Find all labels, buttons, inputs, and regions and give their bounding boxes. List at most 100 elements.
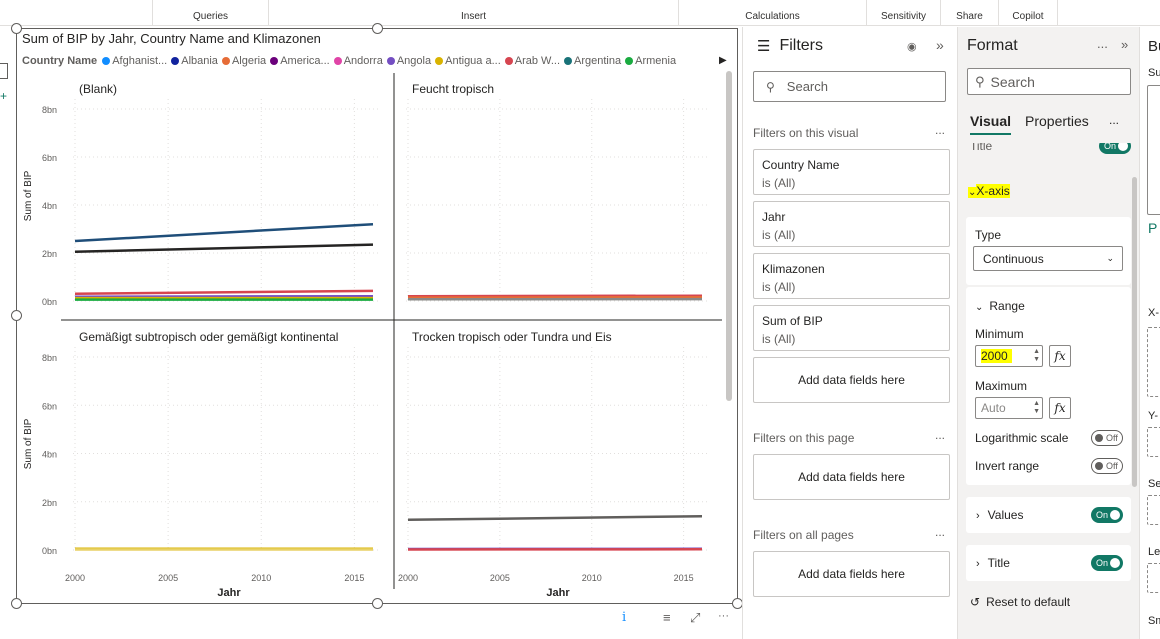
filters-page-more-button[interactable]: ... xyxy=(935,428,945,442)
xaxis-type-card: Type Continuous ⌄ xyxy=(966,217,1131,285)
legend-well[interactable] xyxy=(1147,563,1160,593)
search-icon: ⚲ xyxy=(975,73,985,89)
filters-all-more-button[interactable]: ... xyxy=(935,525,945,539)
ribbon-group-insert[interactable]: Insert xyxy=(268,0,678,26)
format-more-button[interactable]: ... xyxy=(1097,36,1108,51)
series-line[interactable] xyxy=(74,222,374,243)
tab-properties[interactable]: Properties xyxy=(1025,113,1089,129)
x-tick-label: 2010 xyxy=(582,573,602,583)
values-toggle[interactable]: On xyxy=(1091,507,1123,523)
format-pane: Format ... » ⚲ Search Visual Properties … xyxy=(957,27,1139,639)
ribbon: Queries Insert Calculations Sensitivity … xyxy=(0,0,1160,26)
page-view-icon[interactable] xyxy=(0,63,8,79)
ribbon-group-copilot[interactable]: Copilot xyxy=(998,0,1058,26)
x-tick-label: 2015 xyxy=(674,573,694,583)
series-line[interactable] xyxy=(74,243,374,254)
ribbon-group-share[interactable]: Share xyxy=(940,0,998,26)
tabs-more-button[interactable]: ... xyxy=(1109,113,1119,127)
xaxis-range-card: ⌄ Range Minimum 2000 ▲ ▼ fx Maximum Auto ▲… xyxy=(966,287,1131,485)
more-options-icon[interactable]: ··· xyxy=(718,610,729,622)
reset-icon: ↺ xyxy=(970,595,981,609)
panel-title: Gemäßigt subtropisch oder gemäßigt konti… xyxy=(79,330,338,344)
collapse-filters-chevron-icon[interactable]: » xyxy=(936,37,944,53)
filter-lines-icon: ☰ xyxy=(757,38,771,55)
range-header[interactable]: ⌄ Range xyxy=(975,299,1025,313)
format-scrollbar[interactable] xyxy=(1132,177,1137,487)
filters-visual-more-button[interactable]: ... xyxy=(935,123,945,137)
info-icon[interactable]: i xyxy=(622,610,626,625)
values-card[interactable]: › Values On xyxy=(966,497,1131,533)
search-icon: ⚲ xyxy=(766,79,775,94)
x-axis-well[interactable] xyxy=(1147,327,1160,397)
xaxis-type-dropdown[interactable]: Continuous ⌄ xyxy=(973,246,1123,271)
ribbon-group-sensitivity[interactable]: Sensitivity xyxy=(866,0,940,26)
filters-pane: ☰ Filters ◉ » ⚲ Search Filters on this v… xyxy=(742,27,957,639)
chevron-right-icon: › xyxy=(976,558,980,570)
xaxis-section-header[interactable]: ⌄X-axis xyxy=(968,184,1010,198)
resize-handle-bottom-left[interactable] xyxy=(11,598,22,609)
range-minimum-input[interactable]: 2000 ▲ ▼ xyxy=(975,345,1043,367)
y-tick-label: 2bn xyxy=(42,249,57,259)
reset-to-default-button[interactable]: ↺ Reset to default xyxy=(970,595,1070,609)
tab-visual[interactable]: Visual xyxy=(970,113,1011,135)
ribbon-group-queries[interactable]: Queries xyxy=(152,0,268,26)
y-tick-label: 0bn xyxy=(42,546,57,556)
visualizations-gallery[interactable] xyxy=(1147,85,1160,215)
panel-title: (Blank) xyxy=(79,82,117,96)
line-chart-visual[interactable]: Sum of BIP by Jahr, Country Name and Kli… xyxy=(16,28,738,604)
add-all-pages-filter-field[interactable]: Add data fields here xyxy=(753,551,950,597)
resize-handle-top[interactable] xyxy=(372,23,383,34)
filter-card-jahr[interactable]: Jahr is (All) xyxy=(753,201,950,247)
series-line[interactable] xyxy=(74,294,374,298)
resize-handle-bottom[interactable] xyxy=(372,598,383,609)
maximum-fx-button[interactable]: fx xyxy=(1049,397,1071,419)
stepper-arrows-icon[interactable]: ▲ ▼ xyxy=(1033,400,1040,416)
range-maximum-input[interactable]: Auto ▲ ▼ xyxy=(975,397,1043,419)
filter-card-sum-of-bip[interactable]: Sum of BIP is (All) xyxy=(753,305,950,351)
chart-scrollbar[interactable] xyxy=(726,71,732,401)
chevron-down-icon: ⌄ xyxy=(975,302,984,313)
minimum-fx-button[interactable]: fx xyxy=(1049,345,1071,367)
focus-mode-icon[interactable]: ⤢ xyxy=(690,610,700,626)
resize-handle-top-left[interactable] xyxy=(11,23,22,34)
logarithmic-scale-toggle[interactable]: Off xyxy=(1091,430,1123,446)
invert-range-toggle[interactable]: Off xyxy=(1091,458,1123,474)
eye-icon[interactable]: ◉ xyxy=(907,40,917,53)
x-tick-label: 2000 xyxy=(398,573,418,583)
x-axis-title: Jahr xyxy=(217,587,241,599)
add-icon[interactable]: + xyxy=(0,89,8,105)
ribbon-group-calculations[interactable]: Calculations xyxy=(678,0,866,26)
x-tick-label: 2010 xyxy=(251,573,271,583)
y-tick-label: 2bn xyxy=(42,498,57,508)
stepper-arrows-icon[interactable]: ▲ ▼ xyxy=(1033,348,1040,364)
add-visual-filter-field[interactable]: Add data fields here xyxy=(753,357,950,403)
resize-handle-left[interactable] xyxy=(11,310,22,321)
filter-icon[interactable]: ≡ xyxy=(663,610,671,625)
series-line[interactable] xyxy=(407,514,703,522)
axis-title-card[interactable]: › Title On xyxy=(966,545,1131,581)
y-tick-label: 8bn xyxy=(42,353,57,363)
x-axis-title: Jahr xyxy=(546,587,570,599)
panel-title: Feucht tropisch xyxy=(412,82,494,96)
add-page-filter-field[interactable]: Add data fields here xyxy=(753,454,950,500)
collapse-format-chevron-icon[interactable]: » xyxy=(1121,37,1128,52)
x-tick-label: 2015 xyxy=(344,573,364,583)
x-tick-label: 2005 xyxy=(490,573,510,583)
filters-search-input[interactable]: ⚲ Search xyxy=(753,71,946,102)
y-axis-well[interactable] xyxy=(1147,427,1160,457)
title-section-label[interactable]: Title xyxy=(970,143,992,153)
filter-card-country-name[interactable]: Country Name is (All) xyxy=(753,149,950,195)
axis-title-toggle[interactable]: On xyxy=(1091,555,1123,571)
title-section-toggle[interactable]: On xyxy=(1099,143,1131,154)
title-section-clipped: Title On xyxy=(958,143,1132,157)
report-canvas: + Sum of BIP by Jahr, Country Name and K… xyxy=(0,23,743,639)
filters-on-page-heading: Filters on this page ... xyxy=(753,428,945,445)
secondary-well[interactable] xyxy=(1147,495,1160,525)
y-tick-label: 4bn xyxy=(42,201,57,211)
series-line[interactable] xyxy=(74,289,374,296)
build-pane: Bu Su P X- Y- Se Le Sm xyxy=(1139,27,1160,639)
filter-card-klimazonen[interactable]: Klimazonen is (All) xyxy=(753,253,950,299)
left-toolbar: + xyxy=(0,63,8,115)
format-search-input[interactable]: ⚲ Search xyxy=(967,68,1131,95)
y-tick-label: 0bn xyxy=(42,297,57,307)
